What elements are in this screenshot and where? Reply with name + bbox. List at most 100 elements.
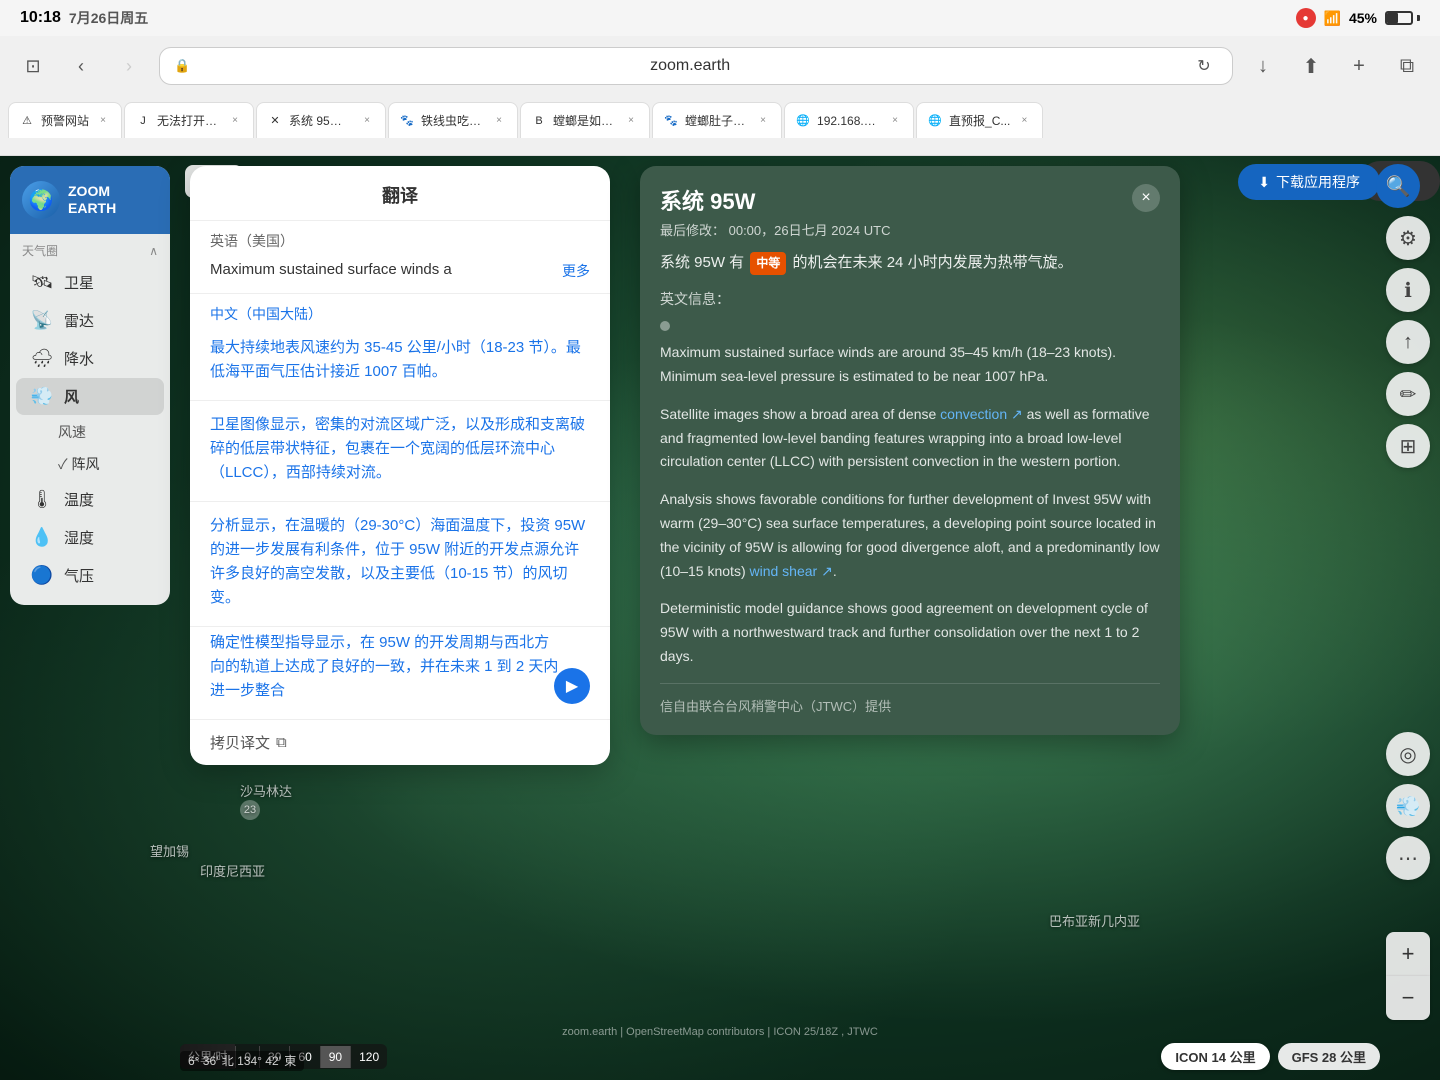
rain-icon: 🌧 (30, 348, 54, 369)
more-button[interactable]: ⋯ (1386, 836, 1430, 880)
location-button[interactable]: ◎ (1386, 732, 1430, 776)
settings-button[interactable]: ⚙ (1386, 216, 1430, 260)
system-body: 系统 95W 有 中等 的机会在未来 24 小时内发展为热带气旋。 英文信息： … (640, 251, 1180, 735)
share-button[interactable]: ⬆ (1293, 48, 1329, 84)
copy-icon: ⧉ (276, 734, 287, 751)
main-content: 沙马林达23 印度尼西亚 望加锡 巴布亚新几内亚 🌍 ZOOM EARTH 天气… (0, 156, 1440, 1080)
forward-button[interactable]: › (111, 48, 147, 84)
model-icon-pill[interactable]: ICON 14 公里 (1161, 1043, 1269, 1070)
tab-label: 螳螂肚子有铁... (685, 112, 749, 129)
translation-para-3: 分析显示，在温暖的（29-30°C）海面温度下，投资 95W 的进一步发展有利条… (190, 502, 610, 627)
tab-label: 192.168.110... (817, 114, 881, 128)
tab-close-button[interactable]: × (1016, 113, 1032, 129)
sidebar-item-temperature[interactable]: 🌡 温度 (16, 481, 164, 518)
refresh-button[interactable]: ↻ (1190, 52, 1218, 80)
info-para-2: Satellite images show a broad area of de… (660, 403, 1160, 474)
annotate-button[interactable]: ✏ (1386, 372, 1430, 416)
more-link[interactable]: 更多 (562, 261, 590, 281)
sidebar-subitem-gust[interactable]: 阵风 (10, 448, 170, 480)
sidebar-item-pressure[interactable]: 🔵 气压 (16, 557, 164, 594)
source-lang-label: 英语（美国） (190, 221, 610, 255)
sidebar-item-humidity[interactable]: 💧 湿度 (16, 519, 164, 556)
download-app-button[interactable]: ⬇ 下载应用程序 (1238, 164, 1380, 200)
tab-close-button[interactable]: × (95, 113, 111, 129)
browser-tab-t7[interactable]: 🌐192.168.110...× (784, 102, 914, 138)
copy-translation-button[interactable]: 拷贝译文 ⧉ (210, 732, 287, 753)
tab-favicon: ✕ (267, 113, 283, 129)
tab-label: 系统 95W 直... (289, 112, 353, 129)
tab-favicon: J (135, 113, 151, 129)
url-text: zoom.earth (198, 57, 1182, 75)
wind-shear-link[interactable]: wind shear ↗ (750, 563, 833, 579)
browser-tab-t6[interactable]: 🐾 螳螂肚子有铁... × (652, 102, 782, 138)
back-button[interactable]: ‹ (63, 48, 99, 84)
tabs-bar: ⚠预警网站×J无法打开页面×✕系统 95W 直...×🐾铁线虫吃掉了...×B螳… (0, 96, 1440, 144)
new-tab-button[interactable]: + (1341, 48, 1377, 84)
tab-label: 铁线虫吃掉了... (421, 112, 485, 129)
browser-tab-t3[interactable]: ✕ 系统 95W 直... × (256, 102, 386, 138)
english-info-label: 英文信息： (660, 289, 1160, 309)
share-map-button[interactable]: ↑ (1386, 320, 1430, 364)
download-button[interactable]: ↓ (1245, 48, 1281, 84)
translation-para-2: 卫星图像显示，密集的对流区域广泛，以及形成和支离破碎的低层带状特征，包裹在一个宽… (190, 401, 610, 502)
tab-close-button[interactable]: × (623, 113, 639, 129)
logo-text: ZOOM EARTH (68, 183, 116, 217)
pressure-icon: 🔵 (30, 565, 54, 586)
browser-chrome: ⊡ ‹ › 🔒 zoom.earth ↻ ↓ ⬆ + ⧉ ⚠预警网站×J无法打开… (0, 36, 1440, 156)
time: 10:18 (20, 9, 61, 27)
sidebar-item-wind[interactable]: 💨 风 (16, 378, 164, 415)
target-lang-label: 中文（中国大陆） (190, 294, 610, 332)
grid-button[interactable]: ⊞ (1386, 424, 1430, 468)
wind-layer-button[interactable]: 💨 (1386, 784, 1430, 828)
browser-tab-t2[interactable]: J 无法打开页面 × (124, 102, 254, 138)
sidebar-item-satellite[interactable]: 🛰 卫星 (16, 264, 164, 301)
tab-close-button[interactable]: × (491, 113, 507, 129)
convection-link[interactable]: convection ↗ (940, 406, 1023, 422)
sidebar-item-precipitation[interactable]: 🌧 降水 (16, 340, 164, 377)
risk-badge: 中等 (750, 252, 786, 275)
bottom-bar: 公里/时 0 30 60 90 120 ICON 14 公里 GFS 28 公里 (180, 1043, 1380, 1070)
system-95w-panel: 系统 95W 最后修改： 00:00，26日七月 2024 UTC × 系统 9… (640, 166, 1180, 735)
tab-label: 无法打开页面 (157, 112, 221, 129)
info-button[interactable]: ℹ (1386, 268, 1430, 312)
zoom-controls: + − (1386, 932, 1430, 1020)
tab-close-button[interactable]: × (227, 113, 243, 129)
system-header: 系统 95W 最后修改： 00:00，26日七月 2024 UTC × (640, 166, 1180, 251)
temperature-icon: 🌡 (30, 489, 54, 510)
tab-label: 预警网站 (41, 112, 89, 129)
play-button[interactable]: ▶ (554, 668, 590, 704)
browser-tab-t5[interactable]: B螳螂是如何被...× (520, 102, 650, 138)
tab-close-button[interactable]: × (755, 113, 771, 129)
translation-panel: 翻译 英语（美国） Maximum sustained surface wind… (190, 166, 610, 765)
zoom-out-button[interactable]: − (1386, 976, 1430, 1020)
search-button[interactable]: 🔍 (1376, 164, 1420, 208)
browser-tab-t1[interactable]: ⚠预警网站× (8, 102, 122, 138)
tab-label: 直预报_C... (949, 112, 1010, 129)
weather-section-header[interactable]: 天气圈 ∧ (10, 234, 170, 263)
translation-footer: 拷贝译文 ⧉ (190, 720, 610, 765)
info-para-4: Deterministic model guidance shows good … (660, 597, 1160, 668)
sidebar-subitem-wind-speed[interactable]: 风速 (10, 416, 170, 448)
model-gfs-pill[interactable]: GFS 28 公里 (1278, 1043, 1380, 1070)
tab-favicon: 🐾 (663, 113, 679, 129)
tab-close-button[interactable]: × (887, 113, 903, 129)
speed-90: 90 (320, 1046, 350, 1068)
right-panel: ⚙ ℹ ↑ ✏ ⊞ (1386, 216, 1430, 468)
tab-close-button[interactable]: × (359, 113, 375, 129)
search-icon: 🔍 (1386, 174, 1411, 199)
sidebar-item-radar[interactable]: 📡 雷达 (16, 302, 164, 339)
sidebar-toggle-button[interactable]: ⊡ (15, 48, 51, 84)
zoom-in-button[interactable]: + (1386, 932, 1430, 976)
tab-label: 螳螂是如何被... (553, 112, 617, 129)
browser-tab-t8[interactable]: 🌐直预报_C...× (916, 102, 1043, 138)
translation-source-text: Maximum sustained surface winds a 更多 (190, 255, 610, 294)
close-system-panel-button[interactable]: × (1132, 184, 1160, 212)
satellite-icon: 🛰 (30, 272, 54, 293)
translation-header: 翻译 (190, 166, 610, 221)
wind-icon: 💨 (30, 386, 54, 407)
address-bar[interactable]: 🔒 zoom.earth ↻ (159, 47, 1233, 85)
tab-overview-button[interactable]: ⧉ (1389, 48, 1425, 84)
recording-indicator: ● (1296, 8, 1316, 28)
source-attribution: zoom.earth | OpenStreetMap contributors … (562, 1022, 878, 1040)
browser-tab-t4[interactable]: 🐾铁线虫吃掉了...× (388, 102, 518, 138)
